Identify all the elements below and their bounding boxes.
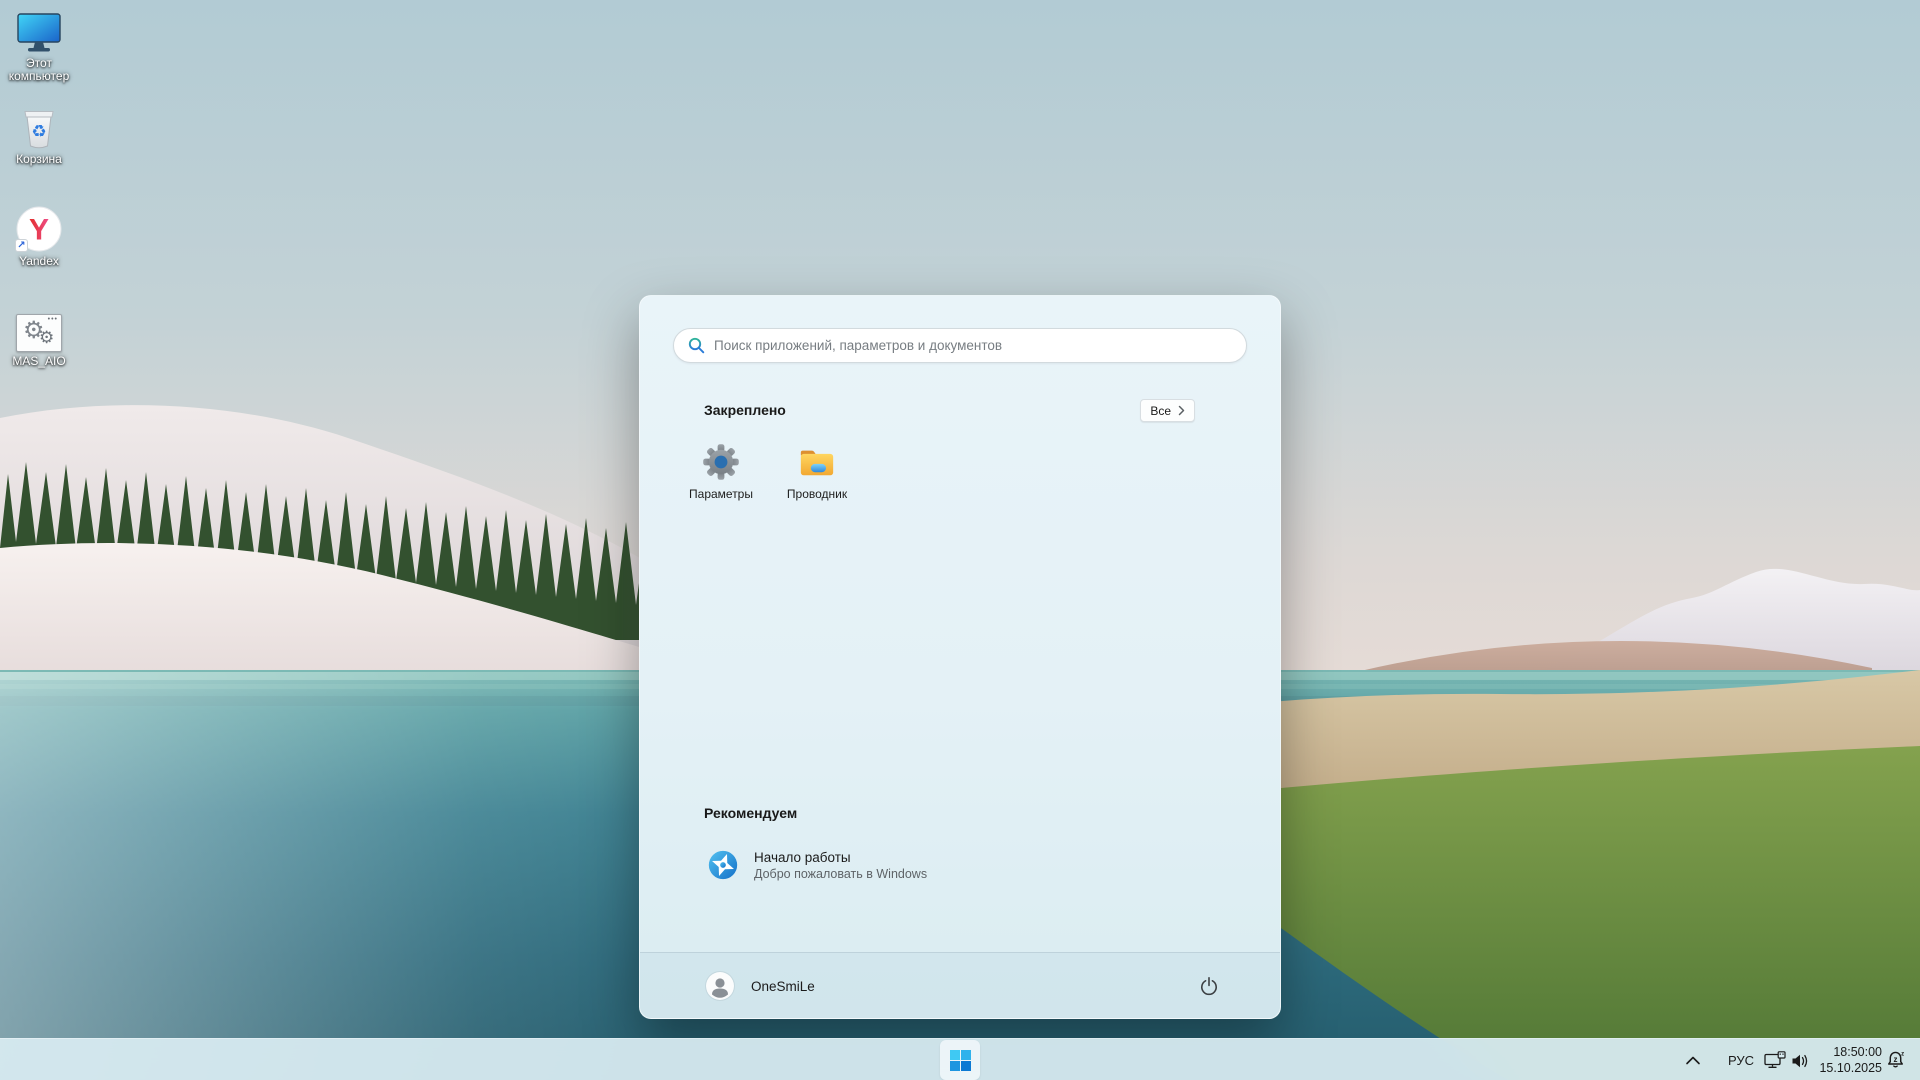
settings-gear-icon xyxy=(703,444,739,480)
bell-dnd-icon: z z xyxy=(1886,1050,1905,1070)
recommended-item-subtitle: Добро пожаловать в Windows xyxy=(754,867,927,881)
shortcut-arrow-icon: ↗ xyxy=(15,239,28,252)
desktop-icon-this-pc[interactable]: Этот компьютер xyxy=(0,8,78,83)
window-dots: ••• xyxy=(48,317,58,323)
start-button[interactable] xyxy=(940,1040,980,1080)
desktop-icon-yandex[interactable]: Y ↗ Yandex xyxy=(0,206,78,268)
recycle-symbol: ♻ xyxy=(31,122,46,141)
ethernet-network-icon xyxy=(1764,1051,1787,1069)
start-menu-panel: Закреплено Все xyxy=(639,295,1281,1019)
dnd-z-glyph: z xyxy=(1894,1055,1898,1064)
user-name: OneSmiLe xyxy=(751,979,815,994)
avatar xyxy=(706,972,734,1000)
pinned-app-label: Параметры xyxy=(689,487,753,501)
chevron-right-icon xyxy=(1178,405,1185,416)
desktop-icon-label: MAS_AIO xyxy=(12,355,65,368)
windows-logo-icon xyxy=(950,1050,971,1071)
tray-date: 15.10.2025 xyxy=(1816,1060,1882,1076)
desktop-icon-mas-aio[interactable]: ••• ⚙ ⚙ MAS_AIO xyxy=(0,306,78,368)
recommended-section-title: Рекомендуем xyxy=(704,805,797,821)
network-button[interactable] xyxy=(1764,1051,1787,1069)
pinned-app-explorer[interactable]: Проводник xyxy=(769,439,865,527)
batch-gears-icon: ••• ⚙ ⚙ xyxy=(16,306,62,352)
volume-button[interactable] xyxy=(1790,1052,1811,1069)
gear-icon: ⚙ xyxy=(39,328,54,348)
start-search-box[interactable] xyxy=(673,328,1247,363)
power-icon xyxy=(1199,976,1219,996)
tray-overflow-button[interactable] xyxy=(1684,1052,1702,1068)
start-menu-user-bar: OneSmiLe xyxy=(640,952,1280,1018)
get-started-icon xyxy=(708,850,738,880)
search-input[interactable] xyxy=(714,338,1232,353)
dnd-z-small-glyph: z xyxy=(1901,1050,1904,1057)
this-pc-icon xyxy=(16,8,62,54)
chevron-up-icon xyxy=(1685,1055,1701,1066)
pinned-app-settings[interactable]: Параметры xyxy=(673,439,769,527)
clock[interactable]: 18:50:00 15.10.2025 xyxy=(1816,1044,1882,1076)
taskbar: РУС 18:50:00 15.10.2025 z z xyxy=(0,1038,1920,1080)
recommended-item-title: Начало работы xyxy=(754,850,927,865)
notification-dnd-button[interactable]: z z xyxy=(1886,1050,1905,1070)
desktop-icon-label: Корзина xyxy=(16,153,62,166)
user-profile-button[interactable]: OneSmiLe xyxy=(696,967,825,1005)
tray-time: 18:50:00 xyxy=(1816,1044,1882,1060)
language-indicator[interactable]: РУС xyxy=(1718,1039,1764,1080)
desktop-icon-label: Этот компьютер xyxy=(0,57,78,83)
file-explorer-icon xyxy=(798,444,836,480)
search-icon xyxy=(688,337,705,354)
recommended-item-get-started[interactable]: Начало работы Добро пожаловать в Windows xyxy=(687,836,1007,894)
all-apps-button[interactable]: Все xyxy=(1140,399,1195,422)
yandex-letter: Y xyxy=(29,214,49,247)
all-apps-label: Все xyxy=(1150,404,1171,418)
desktop-icon-label: Yandex xyxy=(19,255,59,268)
pinned-apps-grid: Параметры Проводник xyxy=(673,439,1249,527)
pinned-section-title: Закреплено xyxy=(704,402,786,418)
pinned-app-label: Проводник xyxy=(787,487,847,501)
speaker-icon xyxy=(1791,1053,1810,1069)
recycle-bin-icon: ♻ xyxy=(19,104,59,150)
power-button[interactable] xyxy=(1189,966,1229,1006)
desktop-icon-recycle-bin[interactable]: ♻ Корзина xyxy=(0,104,78,166)
